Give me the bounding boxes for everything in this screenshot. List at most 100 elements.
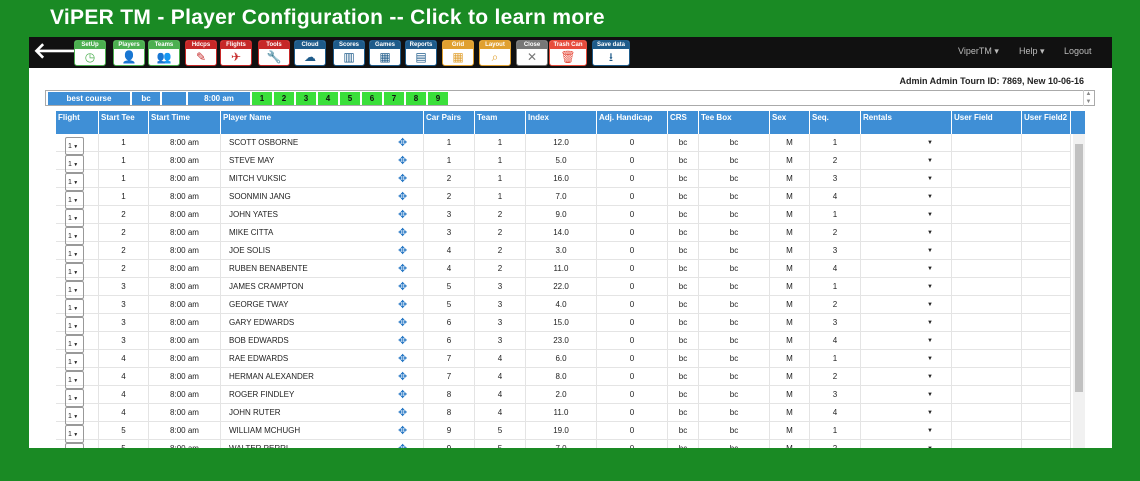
- flight-select[interactable]: 1 ▼: [56, 206, 99, 227]
- move-icon[interactable]: ✥: [398, 314, 407, 332]
- table-row[interactable]: 1 ▼ 1 8:00 am MITCH VUKSIC ✥ 2 1 16.0 0 bc bc M 3 ▼: [56, 170, 1071, 191]
- table-row[interactable]: 1 ▼ 1 8:00 am SCOTT OSBORNE ✥ 1 1 12.0 0 bc bc M 1 ▼: [56, 134, 1071, 155]
- rentals-dropdown[interactable]: ▼: [861, 170, 952, 188]
- table-row[interactable]: 1 ▼ 3 8:00 am JAMES CRAMPTON ✥ 5 3 22.0 0 bc bc M 1 ▼: [56, 278, 1071, 299]
- toolbar-layout-button[interactable]: Layout ⌕: [479, 40, 511, 66]
- user-field2-cell[interactable]: [1022, 278, 1071, 296]
- header-sex[interactable]: Sex: [770, 111, 810, 134]
- rentals-dropdown[interactable]: ▼: [861, 278, 952, 296]
- course-name[interactable]: best course: [48, 92, 130, 105]
- rentals-dropdown[interactable]: ▼: [861, 206, 952, 224]
- user-field-cell[interactable]: [952, 242, 1022, 260]
- toolbar-grid-button[interactable]: Grid ▦: [442, 40, 474, 66]
- rentals-dropdown[interactable]: ▼: [861, 134, 952, 152]
- user-field2-cell[interactable]: [1022, 404, 1071, 422]
- header-index[interactable]: Index: [526, 111, 597, 134]
- table-row[interactable]: 1 ▼ 3 8:00 am BOB EDWARDS ✥ 6 3 23.0 0 bc bc M 4 ▼: [56, 332, 1071, 353]
- hole-2-button[interactable]: 2: [274, 92, 294, 105]
- header-player-name[interactable]: Player Name: [221, 111, 424, 134]
- table-row[interactable]: 1 ▼ 4 8:00 am HERMAN ALEXANDER ✥ 7 4 8.0 0 bc bc M 2…: [56, 368, 1071, 389]
- move-icon[interactable]: ✥: [398, 170, 407, 188]
- rentals-dropdown[interactable]: ▼: [861, 224, 952, 242]
- toolbar-players-button[interactable]: Players 👤: [113, 40, 145, 66]
- header-crs[interactable]: CRS: [668, 111, 699, 134]
- move-icon[interactable]: ✥: [398, 350, 407, 368]
- user-field2-cell[interactable]: [1022, 440, 1071, 448]
- hole-6-button[interactable]: 6: [362, 92, 382, 105]
- course-bar-scroll[interactable]: ▲ ▼: [1083, 90, 1093, 106]
- rentals-dropdown[interactable]: ▼: [861, 350, 952, 368]
- user-field2-cell[interactable]: [1022, 386, 1071, 404]
- flight-dropdown[interactable]: 1 ▼: [65, 443, 84, 448]
- flight-select[interactable]: 1 ▼: [56, 296, 99, 317]
- toolbar-hdcps-button[interactable]: Hdcps ✎: [185, 40, 217, 66]
- scroll-thumb[interactable]: [1075, 144, 1083, 392]
- user-field2-cell[interactable]: [1022, 368, 1071, 386]
- header-start-tee[interactable]: Start Tee: [99, 111, 149, 134]
- rentals-dropdown[interactable]: ▼: [861, 368, 952, 386]
- move-icon[interactable]: ✥: [398, 224, 407, 242]
- rentals-dropdown[interactable]: ▼: [861, 440, 952, 448]
- move-icon[interactable]: ✥: [398, 206, 407, 224]
- move-icon[interactable]: ✥: [398, 332, 407, 350]
- help-menu[interactable]: Help ▾: [1019, 46, 1045, 57]
- toolbar-setup-button[interactable]: SetUp ◷: [74, 40, 106, 66]
- hole-3-button[interactable]: 3: [296, 92, 316, 105]
- header-flight[interactable]: Flight: [56, 111, 99, 134]
- move-icon[interactable]: ✥: [398, 422, 407, 440]
- rentals-dropdown[interactable]: ▼: [861, 314, 952, 332]
- table-row[interactable]: 1 ▼ 4 8:00 am JOHN RUTER ✥ 8 4 11.0 0 bc bc M 4 ▼: [56, 404, 1071, 425]
- user-field2-cell[interactable]: [1022, 314, 1071, 332]
- move-icon[interactable]: ✥: [398, 386, 407, 404]
- table-row[interactable]: 1 ▼ 1 8:00 am SOONMIN JANG ✥ 2 1 7.0 0 bc bc M 4 ▼: [56, 188, 1071, 209]
- header-rentals[interactable]: Rentals: [861, 111, 952, 134]
- user-field-cell[interactable]: [952, 188, 1022, 206]
- rentals-dropdown[interactable]: ▼: [861, 386, 952, 404]
- flight-select[interactable]: 1 ▼: [56, 368, 99, 389]
- toolbar-reports-button[interactable]: Reports ▤: [405, 40, 437, 66]
- header-seq[interactable]: Seq.: [810, 111, 861, 134]
- user-field2-cell[interactable]: [1022, 188, 1071, 206]
- move-icon[interactable]: ✥: [398, 404, 407, 422]
- table-row[interactable]: 1 ▼ 2 8:00 am RUBEN BENABENTE ✥ 4 2 11.0 0 bc bc M 4…: [56, 260, 1071, 281]
- user-field2-cell[interactable]: [1022, 206, 1071, 224]
- hole-4-button[interactable]: 4: [318, 92, 338, 105]
- user-field-cell[interactable]: [952, 224, 1022, 242]
- move-icon[interactable]: ✥: [398, 440, 407, 448]
- flight-select[interactable]: 1 ▼: [56, 440, 99, 448]
- rentals-dropdown[interactable]: ▼: [861, 332, 952, 350]
- toolbar-games-button[interactable]: Games ▦: [369, 40, 401, 66]
- rentals-dropdown[interactable]: ▼: [861, 242, 952, 260]
- flight-select[interactable]: 1 ▼: [56, 242, 99, 263]
- header-team[interactable]: Team: [475, 111, 526, 134]
- flight-select[interactable]: 1 ▼: [56, 386, 99, 407]
- flight-select[interactable]: 1 ▼: [56, 404, 99, 425]
- user-field-cell[interactable]: [952, 170, 1022, 188]
- table-row[interactable]: 1 ▼ 4 8:00 am RAE EDWARDS ✥ 7 4 6.0 0 bc bc M 1 ▼: [56, 350, 1071, 371]
- toolbar-cloud-button[interactable]: Cloud ☁: [294, 40, 326, 66]
- toolbar-close-button[interactable]: Close ✕: [516, 40, 548, 66]
- hole-8-button[interactable]: 8: [406, 92, 426, 105]
- user-field-cell[interactable]: [952, 134, 1022, 152]
- table-row[interactable]: 1 ▼ 2 8:00 am JOE SOLIS ✥ 4 2 3.0 0 bc bc M 3 ▼: [56, 242, 1071, 263]
- user-field2-cell[interactable]: [1022, 152, 1071, 170]
- flight-select[interactable]: 1 ▼: [56, 332, 99, 353]
- table-row[interactable]: 1 ▼ 3 8:00 am GARY EDWARDS ✥ 6 3 15.0 0 bc bc M 3 ▼: [56, 314, 1071, 335]
- table-row[interactable]: 1 ▼ 5 8:00 am WILLIAM MCHUGH ✥ 9 5 19.0 0 bc bc M 1 ▼: [56, 422, 1071, 443]
- user-field-cell[interactable]: [952, 422, 1022, 440]
- move-icon[interactable]: ✥: [398, 242, 407, 260]
- user-field2-cell[interactable]: [1022, 296, 1071, 314]
- user-field2-cell[interactable]: [1022, 242, 1071, 260]
- course-tee[interactable]: bc: [132, 92, 160, 105]
- move-icon[interactable]: ✥: [398, 296, 407, 314]
- toolbar-teams-button[interactable]: Teams 👥: [148, 40, 180, 66]
- toolbar-flights-button[interactable]: Flights ✈: [220, 40, 252, 66]
- table-row[interactable]: 1 ▼ 2 8:00 am MIKE CITTA ✥ 3 2 14.0 0 bc bc M 2 ▼: [56, 224, 1071, 245]
- rentals-dropdown[interactable]: ▼: [861, 152, 952, 170]
- user-field-cell[interactable]: [952, 206, 1022, 224]
- user-field-cell[interactable]: [952, 404, 1022, 422]
- flight-select[interactable]: 1 ▼: [56, 422, 99, 443]
- toolbar-scores-button[interactable]: Scores ▥: [333, 40, 365, 66]
- header-start-time[interactable]: Start Time: [149, 111, 221, 134]
- flight-select[interactable]: 1 ▼: [56, 224, 99, 245]
